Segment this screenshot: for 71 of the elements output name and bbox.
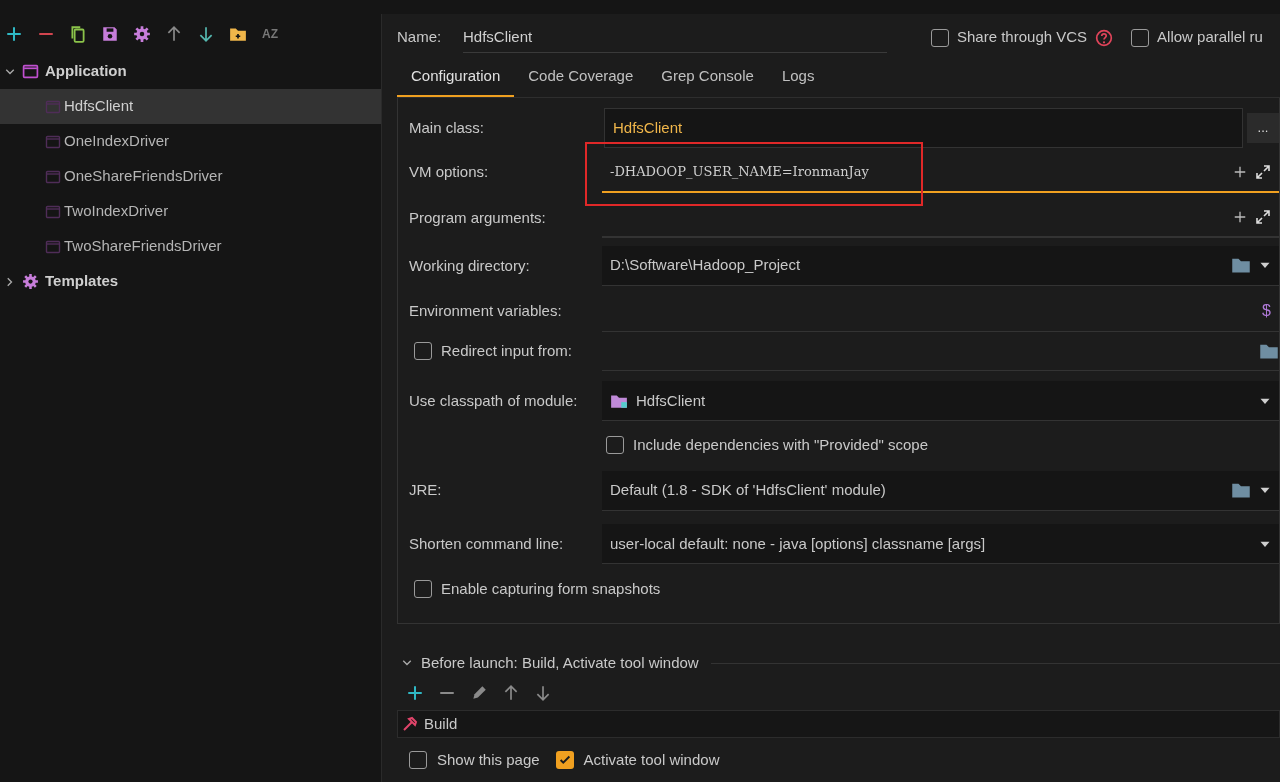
tree-item[interactable]: OneShareFriendsDriver — [0, 159, 381, 194]
task-item[interactable]: Build — [397, 710, 1280, 738]
combo-box[interactable]: D:\Software\Hadoop_Project — [602, 245, 1279, 286]
field-label: Name: — [397, 27, 443, 48]
help-icon[interactable] — [1095, 28, 1114, 47]
window-icon — [45, 238, 61, 255]
window-icon — [22, 63, 39, 80]
name-field[interactable]: HdfsClient — [463, 21, 887, 54]
tree-item[interactable]: HdfsClient — [0, 89, 381, 124]
window-icon — [45, 133, 61, 150]
combo-value: HdfsClient — [636, 390, 707, 411]
add-icon[interactable] — [405, 684, 425, 702]
field-label: JRE: — [409, 480, 443, 501]
field-label: Environment variables: — [409, 301, 563, 322]
expand-icon[interactable] — [1255, 163, 1271, 180]
window-icon — [45, 203, 61, 220]
checkbox[interactable] — [1131, 28, 1150, 47]
combo-box[interactable]: user-local default: none - java [options] classname [args] — [602, 524, 1279, 565]
checkbox[interactable] — [606, 436, 624, 454]
save-icon[interactable] — [100, 25, 120, 43]
checkbox[interactable] — [555, 751, 574, 769]
combo-value: D:\Software\Hadoop_Project — [610, 255, 802, 276]
tree-item[interactable]: OneIndexDriver — [0, 124, 381, 159]
combo-value: user-local default: none - java [options] classname [args] — [610, 533, 987, 554]
combo-box[interactable]: HdfsClient — [602, 381, 1279, 422]
input-value: -DHADOOP_USER_NAME=IronmanJay — [610, 162, 870, 181]
combo-box[interactable]: Default (1.8 - SDK of 'HdfsClient' module) — [602, 470, 1279, 511]
gear-icon — [22, 273, 39, 290]
field-label: Working directory: — [409, 255, 531, 276]
settings-icon[interactable] — [132, 25, 152, 43]
text-input-field[interactable]: $ — [602, 291, 1279, 332]
copy-icon[interactable] — [68, 25, 88, 43]
checkbox-label: Include dependencies with "Provided" scope — [633, 434, 928, 455]
folder-add-icon[interactable] — [228, 25, 248, 43]
tab[interactable]: Code Coverage — [514, 64, 648, 97]
more-button[interactable]: ... — [1247, 112, 1279, 143]
checkbox-label: Allow parallel ru — [1157, 27, 1263, 48]
expand-icon[interactable] — [1255, 209, 1271, 226]
checkmark-icon — [557, 753, 572, 767]
checkbox[interactable] — [409, 751, 427, 769]
dollar-button[interactable]: $ — [1262, 299, 1271, 324]
checkbox[interactable] — [414, 580, 432, 599]
add-icon[interactable] — [4, 25, 24, 43]
text-field[interactable]: HdfsClient — [604, 107, 1243, 148]
window-icon — [45, 98, 61, 115]
combo-value: Default (1.8 - SDK of 'HdfsClient' module) — [610, 479, 887, 500]
checkbox-label: Share through VCS — [957, 27, 1088, 48]
tree-label[interactable]: Application — [45, 60, 127, 83]
field-label: Shorten command line: — [409, 534, 565, 555]
field-label: VM options: — [409, 162, 490, 183]
add-icon[interactable] — [1233, 210, 1247, 225]
tab[interactable]: Grep Console — [647, 64, 768, 97]
checkbox-label: Redirect input from: — [441, 341, 572, 362]
field-label: Main class: — [409, 117, 486, 138]
tab[interactable]: Logs — [767, 64, 829, 97]
add-icon[interactable] — [1233, 164, 1247, 179]
checkbox[interactable] — [931, 28, 949, 47]
tree-item[interactable]: TwoShareFriendsDriver — [0, 229, 381, 264]
field-label: Use classpath of module: — [409, 391, 579, 412]
checkbox-label: Enable capturing form snapshots — [441, 578, 661, 599]
sort-button[interactable]: AZ — [260, 25, 280, 43]
window-icon — [45, 168, 61, 185]
checkbox-label: Show this page — [437, 749, 540, 770]
tree-item[interactable]: TwoIndexDriver — [0, 194, 381, 229]
tree-label[interactable]: Templates — [45, 270, 119, 293]
checkbox-label: Activate tool window — [583, 749, 720, 770]
checkbox[interactable] — [414, 342, 432, 361]
tab[interactable]: Configuration — [397, 64, 515, 97]
field-label: Program arguments: — [409, 208, 547, 228]
hammer-icon — [402, 716, 418, 732]
section-title: Before launch: Build, Activate tool window — [421, 652, 699, 673]
